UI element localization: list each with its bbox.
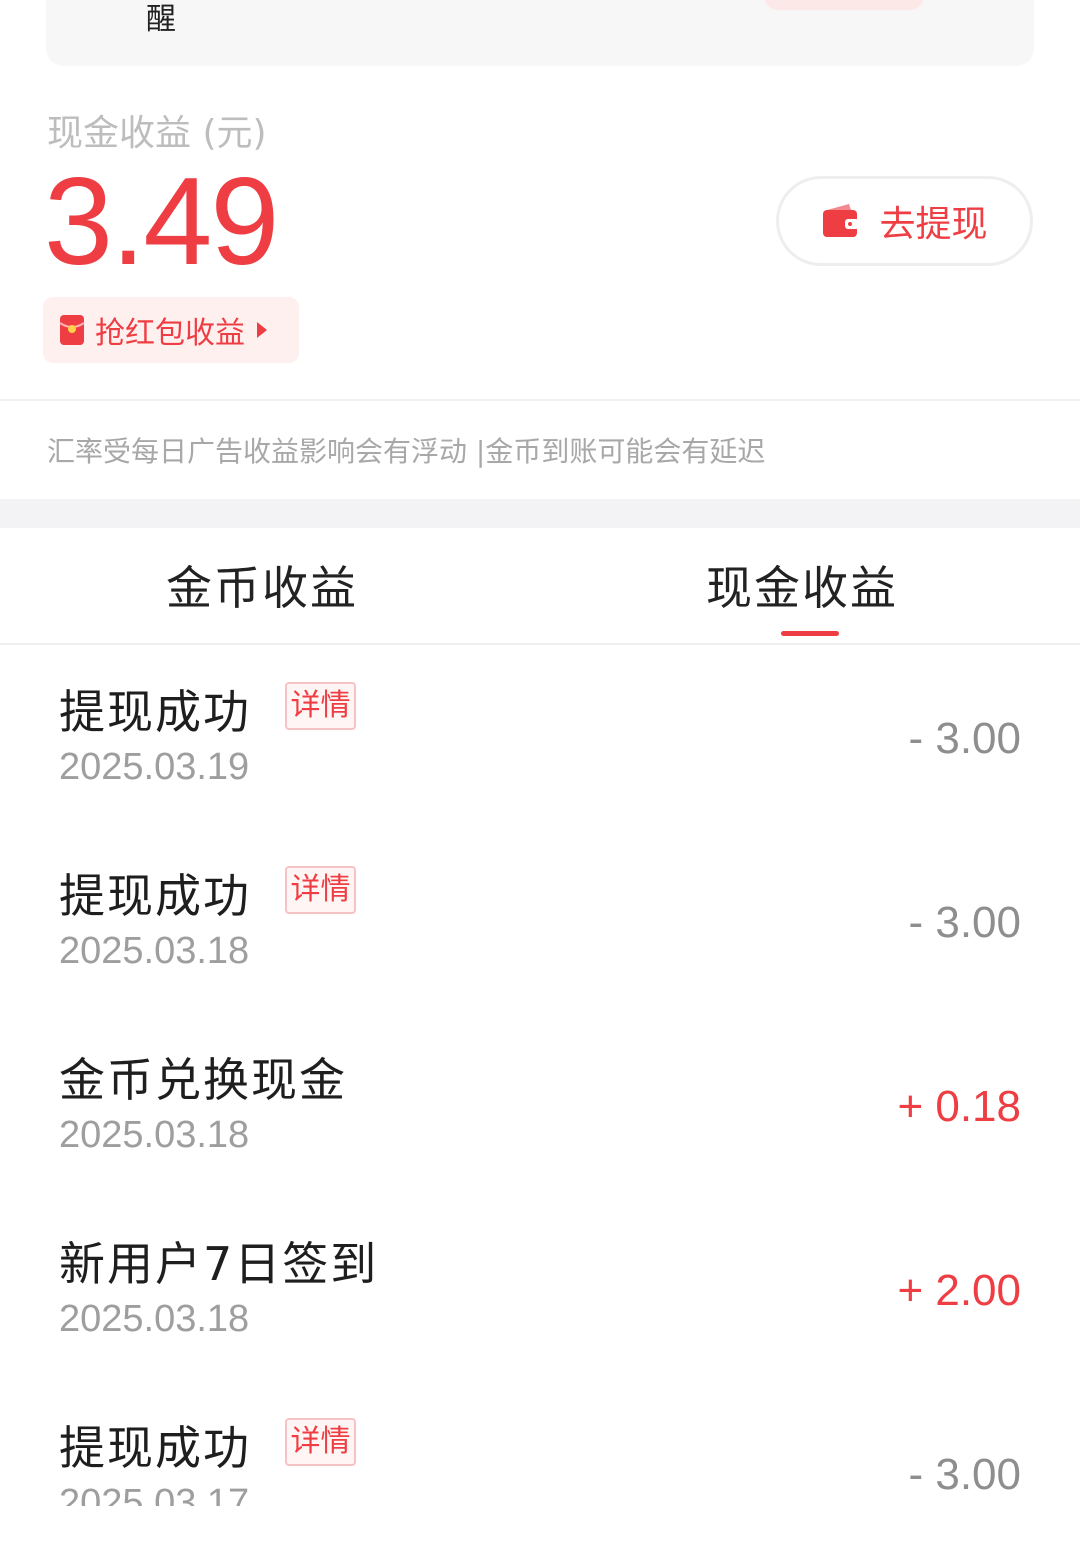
record-amount: - 3.00 [908,1450,1021,1499]
cash-balance: 3.49 [44,153,279,291]
list-item: 新用户7日签到 2025.03.18 + 2.00 [0,1228,1080,1412]
detail-button[interactable]: 详情 [285,866,356,914]
record-date: 2025.03.17 [59,1482,250,1506]
earnings-page: 醒 现金收益 (元) 3.49 去提现 抢红包收益 汇率受每日广告收益影响会有浮… [0,0,1080,1551]
exchange-rate-notice: 汇率受每日广告收益影响会有浮动 |金币到账可能会有延迟 [47,435,766,468]
record-date: 2025.03.18 [59,1298,250,1340]
detail-button[interactable]: 详情 [285,682,356,730]
record-amount: - 3.00 [908,898,1021,947]
record-date: 2025.03.19 [59,746,250,788]
list-item: 提现成功 详情 2025.03.18 - 3.00 [0,860,1080,1044]
record-title: 金币兑换现金 [59,1053,347,1107]
top-card[interactable]: 醒 [46,0,1034,66]
tabs-divider [0,643,1080,645]
active-tab-indicator [781,631,839,636]
section-gap [0,499,1080,528]
caret-right-icon [257,322,267,338]
record-title: 新用户7日签到 [59,1237,379,1291]
earnings-tabs: 金币收益 现金收益 [0,528,1080,644]
list-item: 提现成功 详情 2025.03.17 - 3.00 [0,1412,1080,1506]
wallet-icon [823,204,860,237]
cash-earnings-label: 现金收益 (元) [47,113,267,154]
tab-coin-earnings[interactable]: 金币收益 [166,552,358,618]
record-amount: + 2.00 [897,1266,1021,1315]
record-date: 2025.03.18 [59,1114,250,1156]
record-title: 提现成功 [59,1421,251,1475]
record-amount: + 0.18 [897,1082,1021,1131]
withdraw-button[interactable]: 去提现 [776,176,1033,266]
list-item: 金币兑换现金 2025.03.18 + 0.18 [0,1044,1080,1228]
top-card-button[interactable] [764,0,924,10]
red-envelope-icon [59,315,85,345]
detail-button[interactable]: 详情 [285,1418,356,1466]
divider [0,399,1080,401]
tab-cash-earnings[interactable]: 现金收益 [706,552,898,618]
record-date: 2025.03.18 [59,930,250,972]
withdraw-label: 去提现 [879,204,988,245]
record-title: 提现成功 [59,685,251,739]
red-packet-earnings-link[interactable]: 抢红包收益 [43,297,299,363]
record-amount: - 3.00 [908,714,1021,763]
top-card-text: 醒 [146,2,176,37]
list-item: 提现成功 详情 2025.03.19 - 3.00 [0,676,1080,860]
red-packet-label: 抢红包收益 [95,316,245,351]
record-title: 提现成功 [59,869,251,923]
